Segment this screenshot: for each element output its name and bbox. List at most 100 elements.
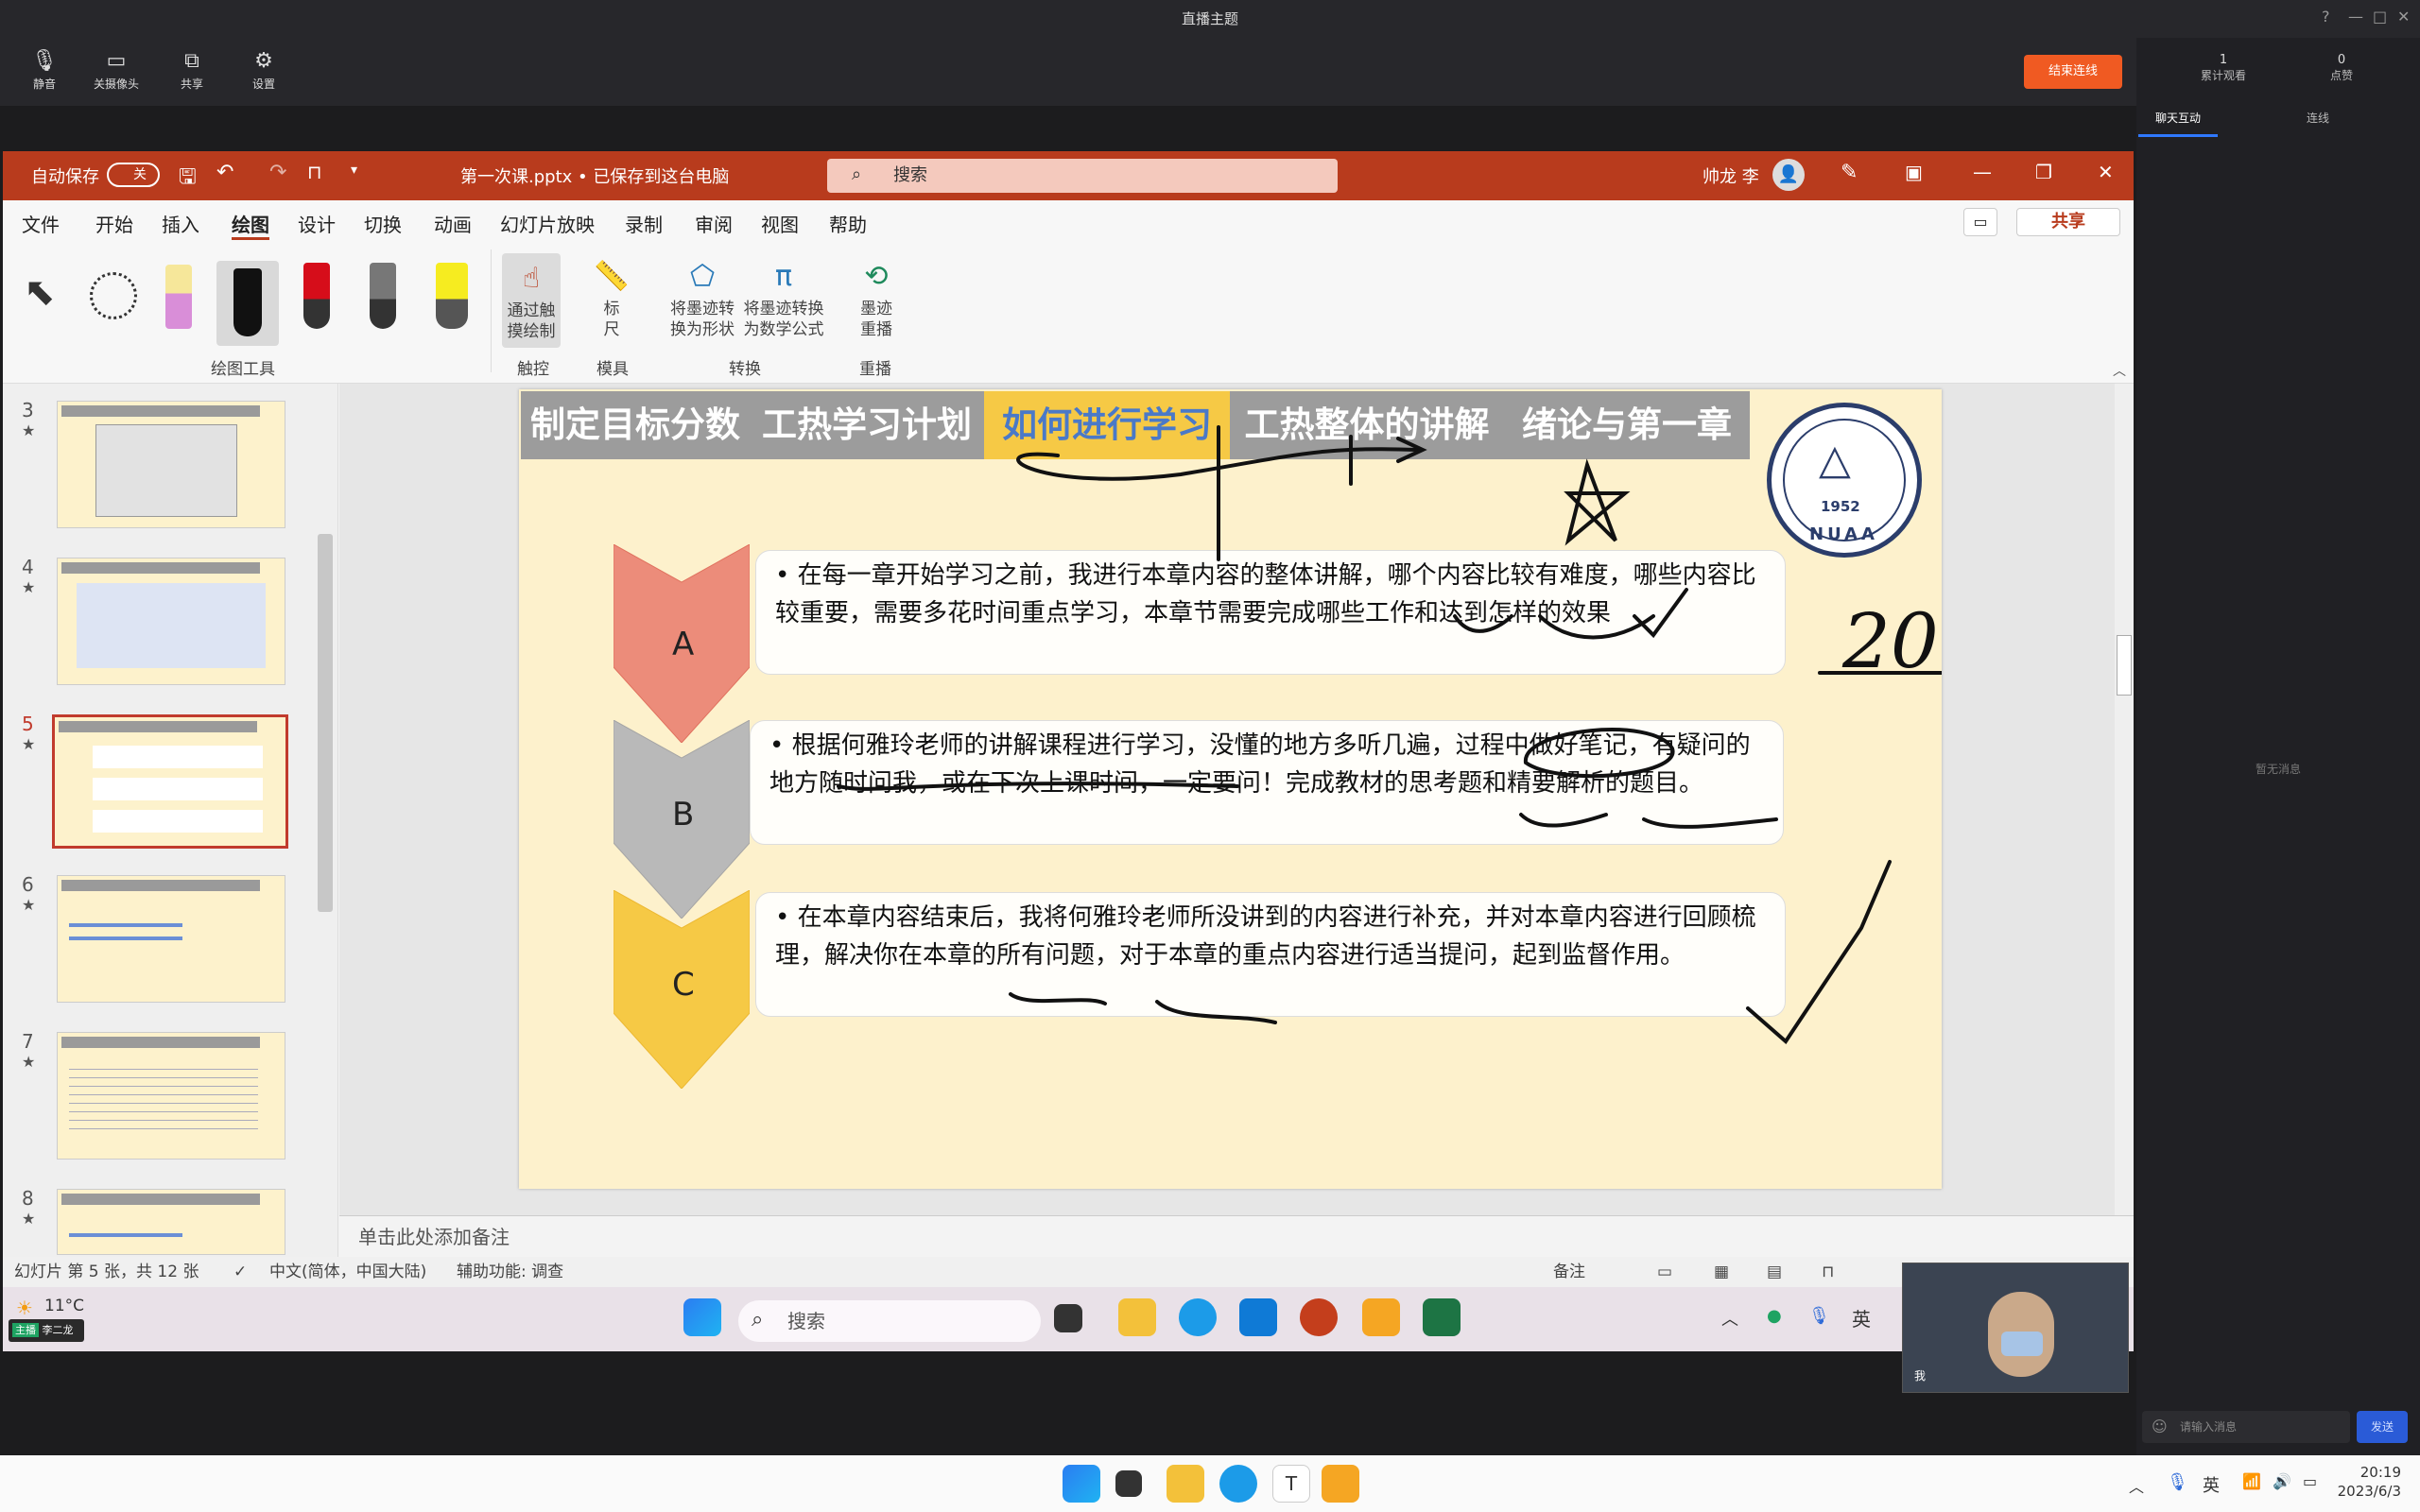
menu-insert[interactable]: 插入 <box>162 210 199 237</box>
undo-icon[interactable]: ↶ <box>216 161 233 184</box>
ime-lang[interactable]: 英 <box>2203 1472 2220 1497</box>
excel-icon[interactable] <box>1423 1298 1461 1336</box>
ink-to-math-button[interactable]: π 将墨迹转换 为数学公式 <box>740 255 827 340</box>
menu-transitions[interactable]: 切换 <box>364 210 402 237</box>
menu-view[interactable]: 视图 <box>761 210 799 237</box>
notes-pane[interactable]: 单击此处添加备注 <box>339 1215 2134 1257</box>
webcam-preview[interactable]: 我 <box>1902 1263 2129 1393</box>
ruler-button[interactable]: 📏 标 尺 <box>585 255 638 340</box>
reading-view-icon[interactable]: ▤ <box>1767 1257 1782 1287</box>
close-icon[interactable]: ✕ <box>2397 8 2410 26</box>
slide-thumbnail-8[interactable] <box>57 1189 285 1255</box>
slide-thumbnail-5-selected[interactable] <box>52 714 288 849</box>
notes-toggle[interactable]: 备注 <box>1553 1257 1585 1287</box>
file-explorer-icon[interactable] <box>1167 1465 1204 1503</box>
pencil-gray-icon[interactable] <box>370 263 396 329</box>
taskbar-search[interactable]: 搜索 <box>738 1300 1041 1342</box>
share-button[interactable]: ⧉ 共享 <box>159 47 225 92</box>
wifi-icon[interactable]: 📶 <box>2242 1472 2261 1490</box>
present-icon[interactable]: ⊓ <box>307 161 322 183</box>
send-button[interactable]: 发送 <box>2357 1411 2408 1443</box>
pen-red-icon[interactable] <box>303 263 330 329</box>
battery-icon[interactable]: ▭ <box>2303 1472 2317 1490</box>
start-icon[interactable] <box>683 1298 721 1336</box>
help-icon[interactable]: ? <box>2322 8 2330 26</box>
slide-thumbnail-4[interactable] <box>57 558 285 685</box>
menu-file[interactable]: 文件 <box>22 210 60 237</box>
menu-help[interactable]: 帮助 <box>829 210 867 237</box>
autosave-toggle[interactable]: 关 <box>107 163 160 187</box>
minimize-icon[interactable]: — <box>1973 161 1992 183</box>
ink-to-shape-button[interactable]: ⬠ 将墨迹转 换为形状 <box>665 255 740 340</box>
accessibility-status[interactable]: 辅助功能: 调查 <box>457 1257 563 1287</box>
slide-thumbnail-6[interactable] <box>57 875 285 1003</box>
ime-lang[interactable]: 英 <box>1852 1304 1871 1332</box>
system-clock[interactable]: 20:19 2023/6/3 <box>2338 1463 2401 1501</box>
ribbon-display-icon[interactable]: ▣ <box>1905 161 1923 183</box>
highlighter-purple-icon[interactable] <box>165 265 192 329</box>
slide-thumbnail-7[interactable] <box>57 1032 285 1160</box>
slide-canvas[interactable]: 制定目标分数 工热学习计划 如何进行学习 工热整体的讲解 绪论与第一章 △ 19… <box>519 389 1942 1189</box>
highlighter-yellow-icon[interactable] <box>436 263 468 329</box>
start-icon[interactable] <box>1063 1465 1100 1503</box>
touch-draw-button[interactable]: ☝ 通过触 摸绘制 <box>502 253 561 348</box>
pen-black-selected[interactable] <box>216 261 279 346</box>
volume-icon[interactable]: 🔊 <box>2273 1472 2291 1490</box>
close-icon[interactable]: ✕ <box>2098 161 2114 183</box>
text-app-icon[interactable]: T <box>1272 1465 1310 1503</box>
menu-slideshow[interactable]: 幻灯片放映 <box>500 210 595 237</box>
menu-draw[interactable]: 绘图 <box>232 210 269 240</box>
ink-replay-button[interactable]: ⟲ 墨迹 重播 <box>850 255 903 340</box>
tray-app-icon[interactable]: ● <box>1767 1306 1782 1326</box>
mute-button[interactable]: 🎙 静音 <box>11 47 78 92</box>
minimize-icon[interactable]: — <box>2348 8 2363 26</box>
user-name[interactable]: 帅龙 李 <box>1703 163 1759 188</box>
editor-scrollbar[interactable] <box>2115 384 2134 1215</box>
chat-input[interactable]: 请输入消息 <box>2142 1411 2350 1443</box>
file-title[interactable]: 第一次课.pptx • 已保存到这台电脑 <box>460 163 729 188</box>
tab-chat[interactable]: 聊天互动 <box>2155 110 2201 126</box>
tab-connect[interactable]: 连线 <box>2307 110 2329 126</box>
sorter-view-icon[interactable]: ▦ <box>1714 1257 1729 1287</box>
live-app-icon[interactable] <box>1362 1298 1400 1336</box>
task-view-icon[interactable] <box>1115 1470 1142 1497</box>
pen-icon[interactable]: ✎ <box>1841 161 1858 184</box>
restore-icon[interactable]: ❐ <box>2035 161 2052 183</box>
menu-review[interactable]: 审阅 <box>695 210 733 237</box>
tray-expand-icon[interactable]: ︿ <box>2129 1474 2144 1497</box>
edge-icon[interactable] <box>1219 1465 1257 1503</box>
tray-mic-icon[interactable]: 🎙 <box>2167 1472 2188 1492</box>
tray-mic-icon[interactable]: 🎙 <box>1808 1306 1830 1326</box>
file-explorer-icon[interactable] <box>1118 1298 1156 1336</box>
editor-scroll-thumb[interactable] <box>2117 635 2132 696</box>
share-doc-button[interactable]: 共享 <box>2016 208 2120 236</box>
language-status[interactable]: 中文(简体，中国大陆) <box>269 1257 426 1287</box>
tray-expand-icon[interactable]: ︿ <box>1721 1306 1738 1331</box>
avatar[interactable]: 👤 <box>1772 159 1805 191</box>
slide-thumbnail-3[interactable] <box>57 401 285 528</box>
menu-home[interactable]: 开始 <box>95 210 133 237</box>
maximize-icon[interactable]: □ <box>2373 8 2387 26</box>
collapse-ribbon-icon[interactable]: ︿ <box>2113 361 2126 380</box>
normal-view-icon[interactable]: ▭ <box>1657 1257 1672 1287</box>
redo-icon[interactable]: ↷ <box>269 161 286 184</box>
menu-design[interactable]: 设计 <box>298 210 336 237</box>
slideshow-view-icon[interactable]: ⊓ <box>1822 1257 1834 1287</box>
spellcheck-icon[interactable]: ✓ <box>233 1257 247 1287</box>
live-app-icon[interactable] <box>1322 1465 1359 1503</box>
app-icon[interactable] <box>1239 1298 1277 1336</box>
customize-toolbar-icon[interactable]: ▾ <box>351 163 357 178</box>
lasso-tool-icon[interactable] <box>90 272 137 319</box>
end-connection-button[interactable]: 结束连线 <box>2024 55 2122 89</box>
ppt-search-input[interactable]: 搜索 <box>827 159 1338 193</box>
task-view-icon[interactable] <box>1054 1304 1082 1332</box>
settings-button[interactable]: ⚙ 设置 <box>231 47 297 92</box>
save-icon[interactable]: 🖫 <box>179 161 197 197</box>
powerpoint-icon[interactable] <box>1300 1298 1338 1336</box>
emoji-icon[interactable]: ☺ <box>2152 1418 2168 1435</box>
comments-icon[interactable]: ▭ <box>1963 208 1997 236</box>
select-tool-icon[interactable]: ⬉ <box>24 270 56 314</box>
menu-animations[interactable]: 动画 <box>434 210 472 237</box>
edge-icon[interactable] <box>1179 1298 1217 1336</box>
camera-toggle-button[interactable]: ▭ 关摄像头 <box>83 47 149 92</box>
